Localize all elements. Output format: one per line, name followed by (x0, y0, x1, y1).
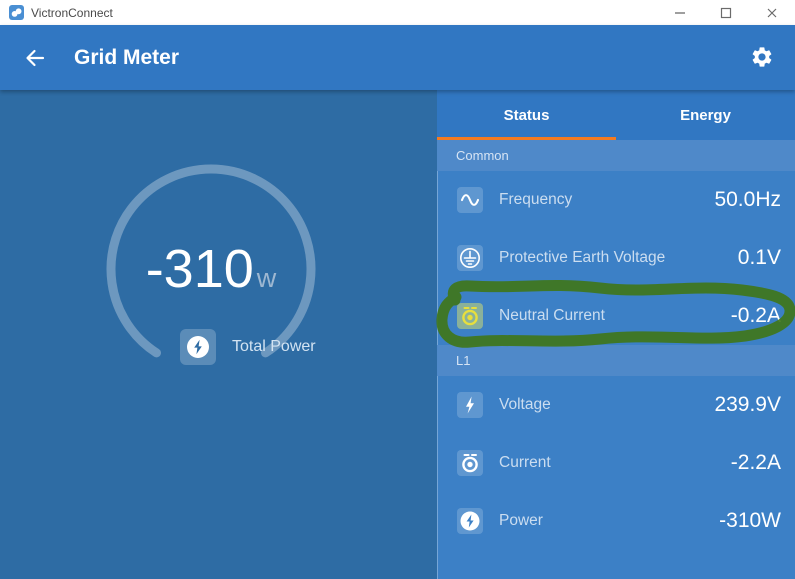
settings-button[interactable] (747, 42, 777, 72)
section-title: L1 (456, 353, 471, 368)
row-value: 0.1V (737, 246, 781, 269)
row-label: Voltage (499, 396, 551, 413)
tab-status-label: Status (503, 106, 550, 124)
row-power: Power -310W (437, 492, 795, 550)
os-titlebar: VictronConnect (0, 0, 795, 25)
power-bolt-icon (180, 329, 216, 365)
row-protective-earth-voltage: Protective Earth Voltage 0.1V (437, 229, 795, 287)
section-title: Common (456, 148, 509, 163)
close-button[interactable] (749, 0, 795, 25)
app-logo-icon (9, 5, 24, 20)
window-controls (657, 0, 795, 25)
row-value: 239.9V (714, 393, 781, 416)
row-neutral-current: Neutral Current -0.2A (437, 287, 795, 345)
row-current: Current -2.2A (437, 434, 795, 492)
total-power-label: Total Power (232, 338, 316, 355)
back-button[interactable] (18, 41, 52, 75)
protective-earth-icon (457, 245, 483, 271)
row-value: -2.2A (730, 451, 781, 474)
current-icon (457, 450, 483, 476)
tab-bar: Status Energy (437, 90, 795, 140)
voltage-bolt-icon (457, 392, 483, 418)
row-label: Current (499, 454, 551, 471)
tab-status[interactable]: Status (437, 90, 616, 140)
total-power-row: Total Power (180, 329, 316, 365)
app-header: Grid Meter (0, 25, 795, 90)
row-label: Protective Earth Voltage (499, 249, 666, 266)
power-bolt-icon (457, 508, 483, 534)
row-value: 50.0Hz (714, 188, 781, 211)
row-voltage: Voltage 239.9V (437, 376, 795, 434)
page-title: Grid Meter (74, 45, 180, 69)
victronconnect-window: VictronConnect Grid Meter -310 w Total P… (0, 0, 795, 579)
row-label: Frequency (499, 191, 573, 208)
sine-wave-icon (457, 187, 483, 213)
row-frequency: Frequency 50.0Hz (437, 171, 795, 229)
maximize-button[interactable] (703, 0, 749, 25)
row-value: -0.2A (730, 304, 781, 327)
row-label: Power (499, 512, 543, 529)
tab-energy-label: Energy (680, 106, 731, 124)
window-title: VictronConnect (31, 5, 113, 20)
minimize-button[interactable] (657, 0, 703, 25)
content-area: -310 w Total Power Status Energy Common … (0, 90, 795, 579)
row-label: Neutral Current (499, 307, 605, 324)
gauge-panel: -310 w Total Power (0, 90, 437, 579)
status-panel: Status Energy Common Frequency 50.0Hz Pr… (437, 90, 795, 579)
tab-energy[interactable]: Energy (616, 90, 795, 140)
section-header-common: Common (437, 140, 795, 171)
current-icon (457, 303, 483, 329)
row-value: -310W (719, 509, 781, 532)
gear-icon (752, 47, 772, 67)
gauge-unit: w (256, 263, 277, 293)
section-header-l1: L1 (437, 345, 795, 376)
